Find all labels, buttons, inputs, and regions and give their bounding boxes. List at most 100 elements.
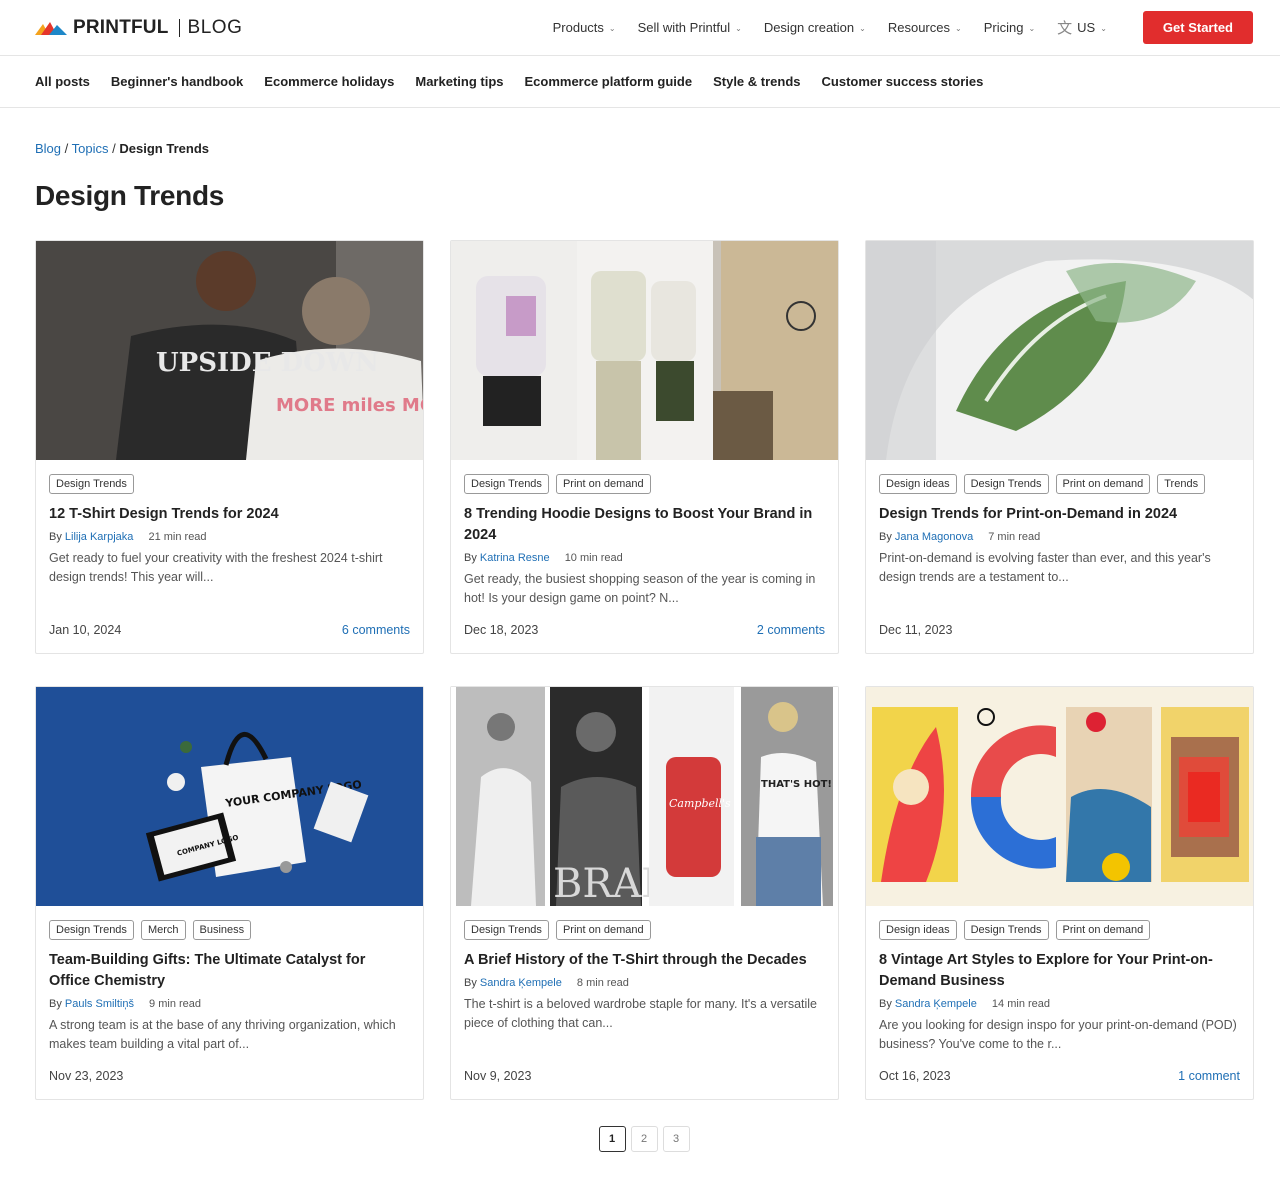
tag[interactable]: Trends: [1157, 474, 1206, 494]
tag[interactable]: Print on demand: [1055, 474, 1151, 494]
post-meta: By Jana Magonova 7 min read: [879, 531, 1240, 543]
by-label: By: [49, 531, 62, 543]
tag[interactable]: Design Trends: [49, 474, 134, 494]
comments-link[interactable]: 1 comment: [1178, 1069, 1240, 1083]
author-link[interactable]: Jana Magonova: [895, 531, 973, 543]
tag[interactable]: Merch: [140, 920, 186, 940]
tag-list: Design ideas Design Trends Print on dema…: [879, 474, 1240, 494]
author-link[interactable]: Sandra Ķempele: [895, 998, 977, 1010]
nav-label: Design creation: [763, 20, 855, 35]
tag[interactable]: Design Trends: [963, 920, 1049, 940]
post-footer: Jan 10, 2024 6 comments: [49, 623, 410, 637]
post-footer: Oct 16, 2023 1 comment: [879, 1069, 1240, 1083]
get-started-button[interactable]: Get Started: [1142, 11, 1253, 44]
breadcrumb: Blog / Topics / Design Trends: [35, 141, 1253, 156]
tag[interactable]: Design ideas: [879, 920, 957, 940]
post-card[interactable]: Design ideas Design Trends Print on dema…: [865, 240, 1254, 654]
page-3-button[interactable]: 3: [662, 1126, 690, 1152]
author-link[interactable]: Pauls Smiltiņš: [65, 998, 134, 1010]
post-title[interactable]: 8 Trending Hoodie Designs to Boost Your …: [464, 504, 825, 546]
chevron-down-icon: ⌄: [608, 24, 616, 33]
category-marketing-tips[interactable]: Marketing tips: [415, 74, 503, 89]
nav-pricing[interactable]: Pricing ⌄: [984, 20, 1035, 35]
read-time: 8 min read: [576, 977, 629, 989]
breadcrumb-blog[interactable]: Blog: [35, 141, 61, 156]
shirt-print-text: THAT'S HOT!: [761, 779, 832, 790]
author-link[interactable]: Lilija Karpjaka: [65, 531, 133, 543]
post-card[interactable]: Design ideas Design Trends Print on dema…: [865, 686, 1254, 1100]
by-label: By: [464, 977, 477, 989]
nav-sell-with-printful[interactable]: Sell with Printful ⌄: [638, 20, 742, 35]
post-title[interactable]: A Brief History of the T-Shirt through t…: [464, 950, 825, 971]
category-customer-success-stories[interactable]: Customer success stories: [822, 74, 984, 89]
tag[interactable]: Design ideas: [879, 474, 957, 494]
tag[interactable]: Design Trends: [49, 920, 134, 940]
language-selector[interactable]: 文 US ⌄: [1057, 17, 1107, 38]
nav-products[interactable]: Products ⌄: [553, 20, 616, 35]
logo[interactable]: PRINTFUL BLOG: [35, 17, 242, 39]
top-header: PRINTFUL BLOG Products ⌄ Sell with Printf…: [0, 0, 1280, 56]
category-nav: All posts Beginner's handbook Ecommerce …: [0, 56, 1280, 108]
breadcrumb-separator: /: [64, 141, 69, 156]
post-date: Dec 18, 2023: [464, 623, 539, 637]
post-card[interactable]: Design Trends Print on demand 8 Trending…: [450, 240, 839, 654]
post-thumbnail-vintage-art[interactable]: [866, 687, 1253, 906]
nav-resources[interactable]: Resources ⌄: [888, 20, 962, 35]
post-thumbnail-tshirt-history[interactable]: BRAN Campbell's THAT'S HOT!: [451, 687, 838, 906]
post-card-body: Design Trends Print on demand A Brief Hi…: [451, 906, 838, 1099]
thumbnail-image: YOUR COMPANY LOGO COMPANY LOGO: [36, 687, 423, 906]
category-ecommerce-holidays[interactable]: Ecommerce holidays: [264, 74, 394, 89]
breadcrumb-topics[interactable]: Topics: [72, 141, 109, 156]
category-beginners-handbook[interactable]: Beginner's handbook: [111, 74, 243, 89]
thumbnail-image: [866, 241, 1253, 460]
top-nav: Products ⌄ Sell with Printful ⌄ Design cre…: [553, 11, 1253, 44]
category-ecommerce-platform-guide[interactable]: Ecommerce platform guide: [524, 74, 692, 89]
post-title[interactable]: 8 Vintage Art Styles to Explore for Your…: [879, 950, 1240, 992]
tag[interactable]: Print on demand: [555, 920, 651, 940]
logo-text: PRINTFUL: [73, 16, 169, 38]
tag-list: Design Trends Print on demand: [464, 920, 825, 940]
shirt-graphic-text: MORE miles MORE: [276, 395, 423, 416]
post-meta: By Sandra Ķempele 14 min read: [879, 998, 1240, 1010]
author-link[interactable]: Katrina Resne: [480, 552, 550, 564]
language-label: US: [1077, 20, 1096, 35]
post-card[interactable]: UPSIDE DOWN MORE miles MORE Design Trend…: [35, 240, 424, 654]
printful-mountains-icon: [35, 21, 67, 35]
post-thumbnail-tshirts[interactable]: UPSIDE DOWN MORE miles MORE: [36, 241, 423, 460]
category-all-posts[interactable]: All posts: [35, 74, 90, 89]
post-thumbnail-team-gifts[interactable]: YOUR COMPANY LOGO COMPANY LOGO: [36, 687, 423, 906]
post-meta: By Pauls Smiltiņš 9 min read: [49, 998, 410, 1010]
tag[interactable]: Business: [192, 920, 252, 940]
category-style-trends[interactable]: Style & trends: [713, 74, 800, 89]
author-link[interactable]: Sandra Ķempele: [480, 977, 562, 989]
tag[interactable]: Print on demand: [555, 474, 651, 494]
post-card-body: Design Trends 12 T-Shirt Design Trends f…: [36, 460, 423, 653]
page-2-button[interactable]: 2: [630, 1126, 658, 1152]
by-label: By: [879, 998, 892, 1010]
nav-design-creation[interactable]: Design creation ⌄: [764, 20, 866, 35]
post-title[interactable]: Team-Building Gifts: The Ultimate Cataly…: [49, 950, 410, 992]
read-time: 7 min read: [988, 531, 1041, 543]
post-card[interactable]: YOUR COMPANY LOGO COMPANY LOGO Design Tr…: [35, 686, 424, 1100]
post-thumbnail-hoodies[interactable]: [451, 241, 838, 460]
comments-link[interactable]: 2 comments: [757, 623, 825, 637]
nav-label: Resources: [887, 20, 950, 35]
post-thumbnail-pillow[interactable]: [866, 241, 1253, 460]
thumbnail-image: UPSIDE DOWN MORE miles MORE: [36, 241, 423, 460]
nav-label: Sell with Printful: [637, 20, 731, 35]
logo-divider: [178, 18, 180, 37]
post-card[interactable]: BRAN Campbell's THAT'S HOT! Design Trend…: [450, 686, 839, 1100]
post-title[interactable]: Design Trends for Print-on-Demand in 202…: [879, 504, 1240, 525]
post-title[interactable]: 12 T-Shirt Design Trends for 2024: [49, 504, 410, 525]
post-meta: By Sandra Ķempele 8 min read: [464, 977, 825, 989]
tag[interactable]: Design Trends: [464, 474, 549, 494]
tag[interactable]: Print on demand: [1055, 920, 1151, 940]
by-label: By: [464, 552, 477, 564]
comments-link[interactable]: 6 comments: [342, 623, 410, 637]
page-1-button[interactable]: 1: [598, 1126, 626, 1152]
tag[interactable]: Design Trends: [464, 920, 549, 940]
tag[interactable]: Design Trends: [963, 474, 1049, 494]
post-date: Dec 11, 2023: [879, 623, 953, 637]
page-title: Design Trends: [35, 180, 225, 211]
chevron-down-icon: ⌄: [735, 24, 742, 33]
